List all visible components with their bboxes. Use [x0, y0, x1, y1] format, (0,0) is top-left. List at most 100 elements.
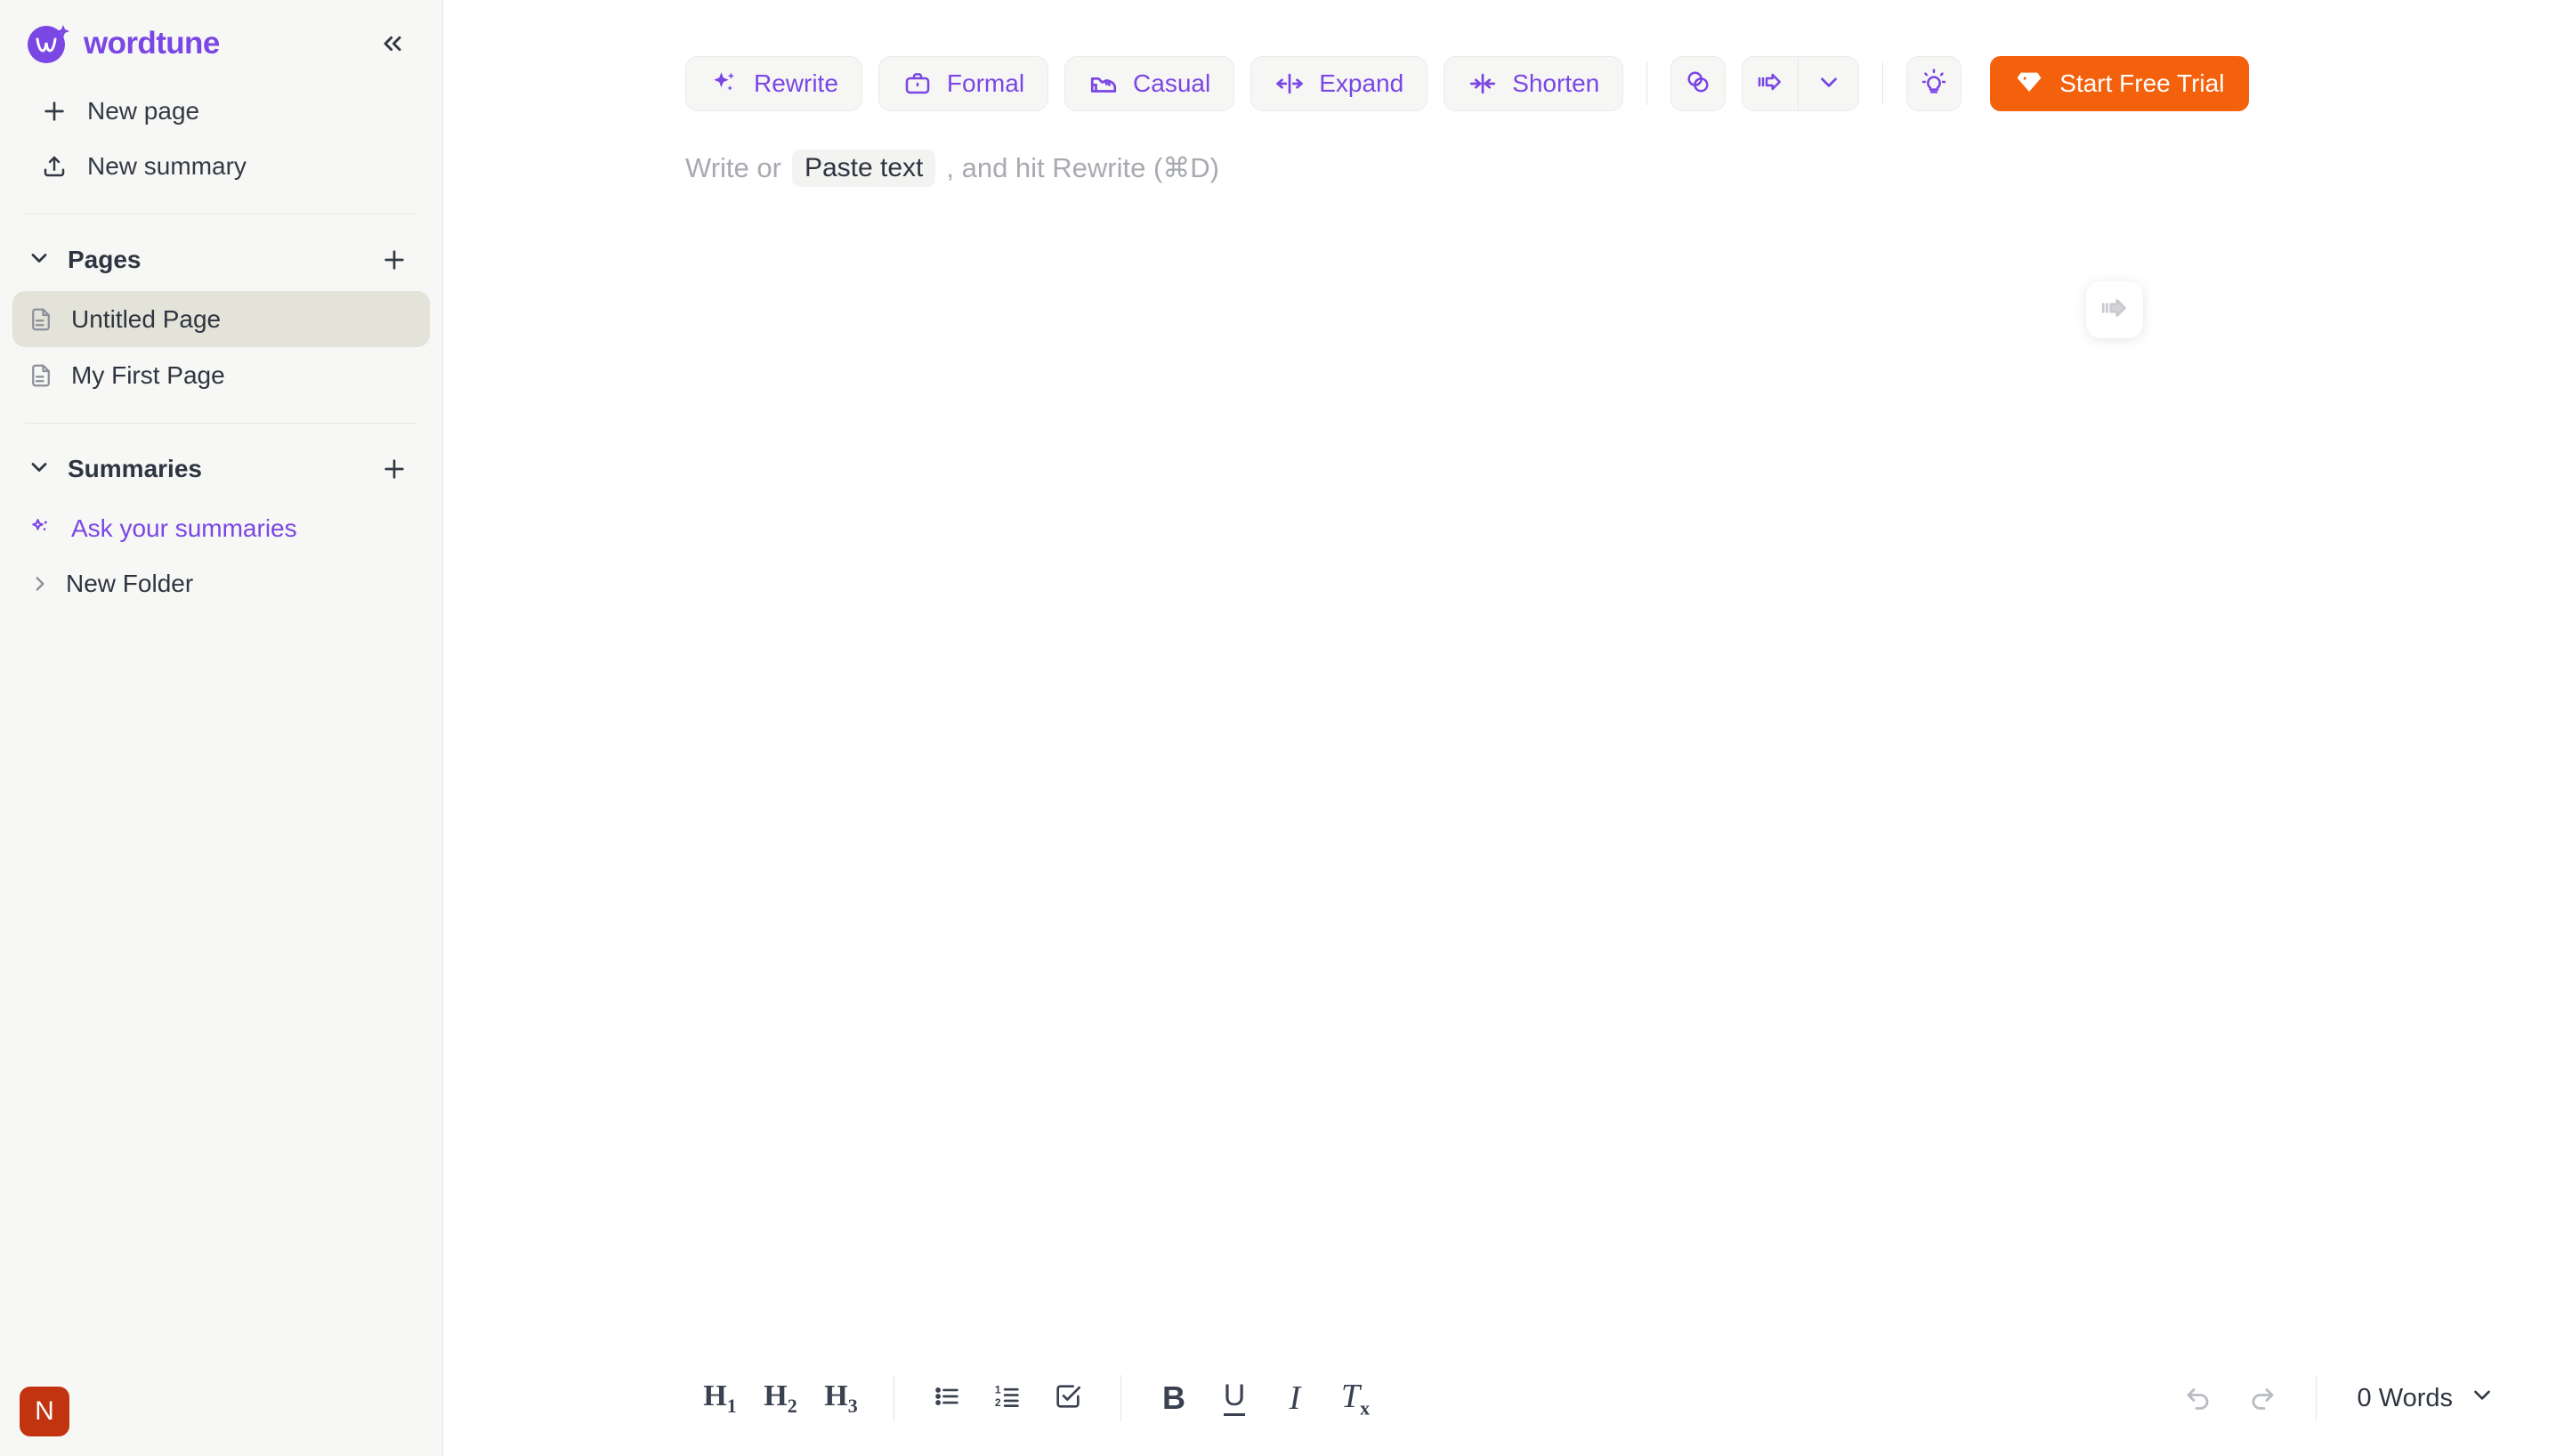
redo-button[interactable]: [2234, 1371, 2289, 1426]
casual-button[interactable]: Casual: [1064, 56, 1235, 111]
undo-button[interactable]: [2172, 1371, 2227, 1426]
sidebar-divider-2: [25, 423, 417, 424]
expand-button[interactable]: Expand: [1250, 56, 1428, 111]
placeholder-suffix: , and hit Rewrite (⌘D): [946, 152, 1219, 183]
sidebar-item-untitled-page[interactable]: Untitled Page: [12, 291, 430, 347]
new-summary-button[interactable]: New summary: [12, 139, 430, 194]
continue-arrow-icon: [1756, 68, 1784, 101]
chevrons-left-icon[interactable]: [373, 24, 412, 63]
chevron-down-icon: [27, 246, 52, 275]
heading-3-label: H3: [824, 1379, 858, 1417]
floating-continue-writing-button[interactable]: [2086, 281, 2143, 338]
pages-list: Untitled Page My First Page: [0, 291, 442, 403]
paste-text-chip[interactable]: Paste text: [791, 150, 936, 187]
word-count-label: 0 Words: [2357, 1383, 2453, 1412]
diamond-icon: [2015, 67, 2043, 101]
continue-writing-split-button: [1742, 56, 1860, 111]
undo-icon: [2183, 1380, 2215, 1417]
italic-button[interactable]: I: [1267, 1371, 1322, 1426]
expand-arrows-icon: [1274, 69, 1305, 99]
pages-section-toggle[interactable]: Pages: [27, 246, 142, 275]
svg-text:1: 1: [995, 1383, 1001, 1395]
sidebar-actions: New page New summary: [0, 68, 442, 194]
sidebar: wordtune New page New summary Pages Unti…: [0, 0, 443, 1456]
sidebar-item-label: My First Page: [71, 360, 225, 389]
italic-glyph: I: [1289, 1379, 1301, 1417]
main-area: Rewrite Formal Casual Expand Shorten Sta…: [443, 0, 2556, 1456]
underline-glyph: U: [1223, 1380, 1246, 1416]
heading-1-label: H1: [703, 1379, 737, 1417]
new-page-button[interactable]: New page: [12, 84, 430, 139]
format-divider-3: [2315, 1375, 2317, 1421]
add-page-button[interactable]: [376, 242, 412, 278]
pages-section-title: Pages: [68, 246, 142, 273]
heading-1-button[interactable]: H1: [692, 1371, 748, 1426]
format-toolbar: H1 H2 H3 1 2 B U I Tx 0 Words: [443, 1340, 2556, 1456]
plagiarism-button[interactable]: [1670, 56, 1727, 111]
clear-formatting-sub: x: [1360, 1396, 1371, 1420]
checklist-button[interactable]: [1040, 1371, 1096, 1426]
rewrite-button[interactable]: Rewrite: [685, 56, 862, 111]
formal-button[interactable]: Formal: [878, 56, 1049, 111]
ideas-button[interactable]: [1906, 56, 1962, 111]
lightbulb-icon: [1920, 68, 1948, 101]
bold-button[interactable]: B: [1146, 1371, 1201, 1426]
sidebar-item-label: Ask your summaries: [71, 514, 297, 542]
new-page-label: New page: [87, 97, 200, 125]
expand-label: Expand: [1319, 69, 1404, 97]
formal-label: Formal: [946, 69, 1025, 97]
start-free-trial-button[interactable]: Start Free Trial: [1990, 56, 2250, 111]
sidebar-item-new-folder[interactable]: New Folder: [12, 556, 430, 611]
format-divider-2: [1120, 1375, 1121, 1421]
wordtune-logo-icon: [25, 20, 73, 68]
add-summary-button[interactable]: [376, 451, 412, 487]
sidebar-item-my-first-page[interactable]: My First Page: [12, 347, 430, 403]
new-summary-label: New summary: [87, 152, 247, 180]
toolbar-divider-2: [1882, 62, 1884, 105]
editor-area[interactable]: Write or Paste text , and hit Rewrite (⌘…: [443, 125, 2556, 338]
new-folder-label: New Folder: [66, 570, 194, 597]
numbered-list-icon: 1 2: [992, 1381, 1023, 1416]
summaries-section-toggle[interactable]: Summaries: [27, 455, 202, 484]
sidebar-header: wordtune: [0, 0, 442, 68]
bullet-list-icon: [932, 1381, 962, 1416]
summaries-section-header: Summaries: [0, 438, 442, 500]
sparkles-icon: [709, 69, 740, 99]
editor-placeholder: Write or Paste text , and hit Rewrite (⌘…: [685, 150, 2556, 187]
start-free-trial-label: Start Free Trial: [2059, 69, 2225, 97]
format-toolbar-right: 0 Words: [2172, 1371, 2510, 1426]
clear-formatting-button[interactable]: Tx: [1328, 1371, 1383, 1426]
svg-text:2: 2: [995, 1396, 1001, 1409]
chevron-down-icon: [27, 455, 52, 484]
shorten-button[interactable]: Shorten: [1444, 56, 1624, 111]
heading-2-sub: 2: [787, 1394, 797, 1417]
underline-button[interactable]: U: [1207, 1371, 1262, 1426]
heading-2-button[interactable]: H2: [753, 1371, 808, 1426]
checklist-icon: [1053, 1381, 1083, 1416]
clear-formatting-glyph: Tx: [1340, 1377, 1371, 1420]
continue-writing-button[interactable]: [1743, 57, 1798, 110]
ai-toolbar: Rewrite Formal Casual Expand Shorten Sta…: [443, 0, 2556, 125]
sidebar-item-ask-your-summaries[interactable]: Ask your summaries: [12, 500, 430, 556]
sidebar-item-label: Untitled Page: [71, 304, 222, 333]
plus-icon: [39, 96, 69, 126]
chevron-right-icon: [27, 570, 53, 597]
bullet-list-button[interactable]: [919, 1371, 975, 1426]
brand[interactable]: wordtune: [25, 20, 220, 68]
heading-2-label: H2: [764, 1379, 797, 1417]
chevron-down-icon: [1816, 69, 1842, 100]
avatar[interactable]: N: [20, 1387, 69, 1436]
overlapping-circles-icon: [1684, 68, 1712, 101]
numbered-list-button[interactable]: 1 2: [980, 1371, 1035, 1426]
word-count-dropdown[interactable]: 0 Words: [2343, 1372, 2510, 1424]
continue-arrow-icon: [2099, 293, 2130, 328]
heading-3-button[interactable]: H3: [813, 1371, 869, 1426]
format-toolbar-left: H1 H2 H3 1 2 B U I Tx: [479, 1371, 1383, 1426]
continue-writing-dropdown[interactable]: [1798, 57, 1858, 110]
summaries-list: Ask your summaries: [0, 500, 442, 556]
heading-1-sub: 1: [726, 1394, 737, 1417]
pages-section-header: Pages: [0, 229, 442, 291]
sneaker-icon: [1088, 69, 1119, 99]
chevron-down-icon: [2469, 1381, 2495, 1415]
sparkles-icon: [27, 514, 55, 543]
